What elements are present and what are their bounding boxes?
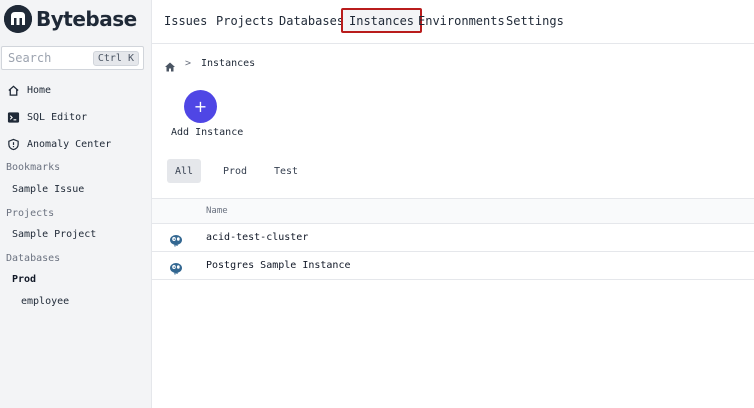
breadcrumb-home-icon[interactable] [164, 58, 176, 72]
table-row[interactable]: Postgres Sample Instance [152, 252, 754, 280]
search-input[interactable] [8, 51, 88, 65]
database-employee[interactable]: employee [21, 296, 69, 307]
nav-settings[interactable]: Settings [500, 8, 570, 33]
sidebar-item-anomaly-center[interactable]: Anomaly Center [6, 136, 111, 152]
sidebar-item-label: SQL Editor [27, 111, 88, 123]
table-header: Name [152, 198, 754, 224]
search-shortcut: Ctrl K [92, 50, 139, 66]
search-box[interactable]: Ctrl K [1, 46, 144, 70]
tab-test[interactable]: Test [266, 159, 306, 183]
bookmark-sample-issue[interactable]: Sample Issue [12, 184, 84, 195]
bytebase-logo-icon [4, 5, 32, 33]
tab-all[interactable]: All [167, 159, 202, 183]
instances-table: Name acid-test-cluster Postgres Sample I… [152, 198, 754, 280]
instance-name[interactable]: acid-test-cluster [206, 232, 308, 243]
plus-icon: + [193, 97, 208, 116]
bookmarks-header: Bookmarks [6, 162, 61, 173]
postgres-icon [169, 260, 183, 275]
sidebar-item-sql-editor[interactable]: SQL Editor [6, 109, 87, 125]
sidebar: Bytebase Ctrl K Home SQL Editor Anomaly … [0, 0, 152, 408]
tab-prod[interactable]: Prod [215, 159, 255, 183]
sidebar-item-home[interactable]: Home [6, 82, 51, 98]
databases-header: Databases [6, 253, 61, 264]
nav-projects[interactable]: Projects [210, 8, 280, 33]
top-nav: Issues Projects Databases Instances Envi… [152, 0, 754, 44]
shield-icon [6, 137, 20, 151]
home-icon [6, 83, 20, 97]
bytebase-logo[interactable]: Bytebase [4, 4, 137, 34]
brand-name: Bytebase [36, 7, 137, 31]
nav-issues[interactable]: Issues [158, 8, 213, 33]
breadcrumb-separator: > [185, 58, 192, 69]
column-header-name[interactable]: Name [206, 206, 228, 216]
project-sample-project[interactable]: Sample Project [12, 229, 96, 240]
terminal-icon [6, 110, 20, 124]
database-group-prod[interactable]: Prod [12, 274, 36, 285]
add-instance-label[interactable]: Add Instance [171, 127, 243, 138]
instance-name[interactable]: Postgres Sample Instance [206, 260, 351, 271]
sidebar-item-label: Home [27, 84, 52, 96]
table-row[interactable]: acid-test-cluster [152, 224, 754, 252]
add-instance-button[interactable]: + [184, 90, 217, 123]
sidebar-item-label: Anomaly Center [27, 138, 112, 150]
breadcrumb-current: Instances [201, 58, 256, 69]
postgres-icon [169, 232, 183, 247]
nav-instances[interactable]: Instances [341, 8, 423, 33]
nav-databases[interactable]: Databases [273, 8, 350, 33]
projects-header: Projects [6, 208, 55, 219]
nav-environments[interactable]: Environments [412, 8, 511, 33]
